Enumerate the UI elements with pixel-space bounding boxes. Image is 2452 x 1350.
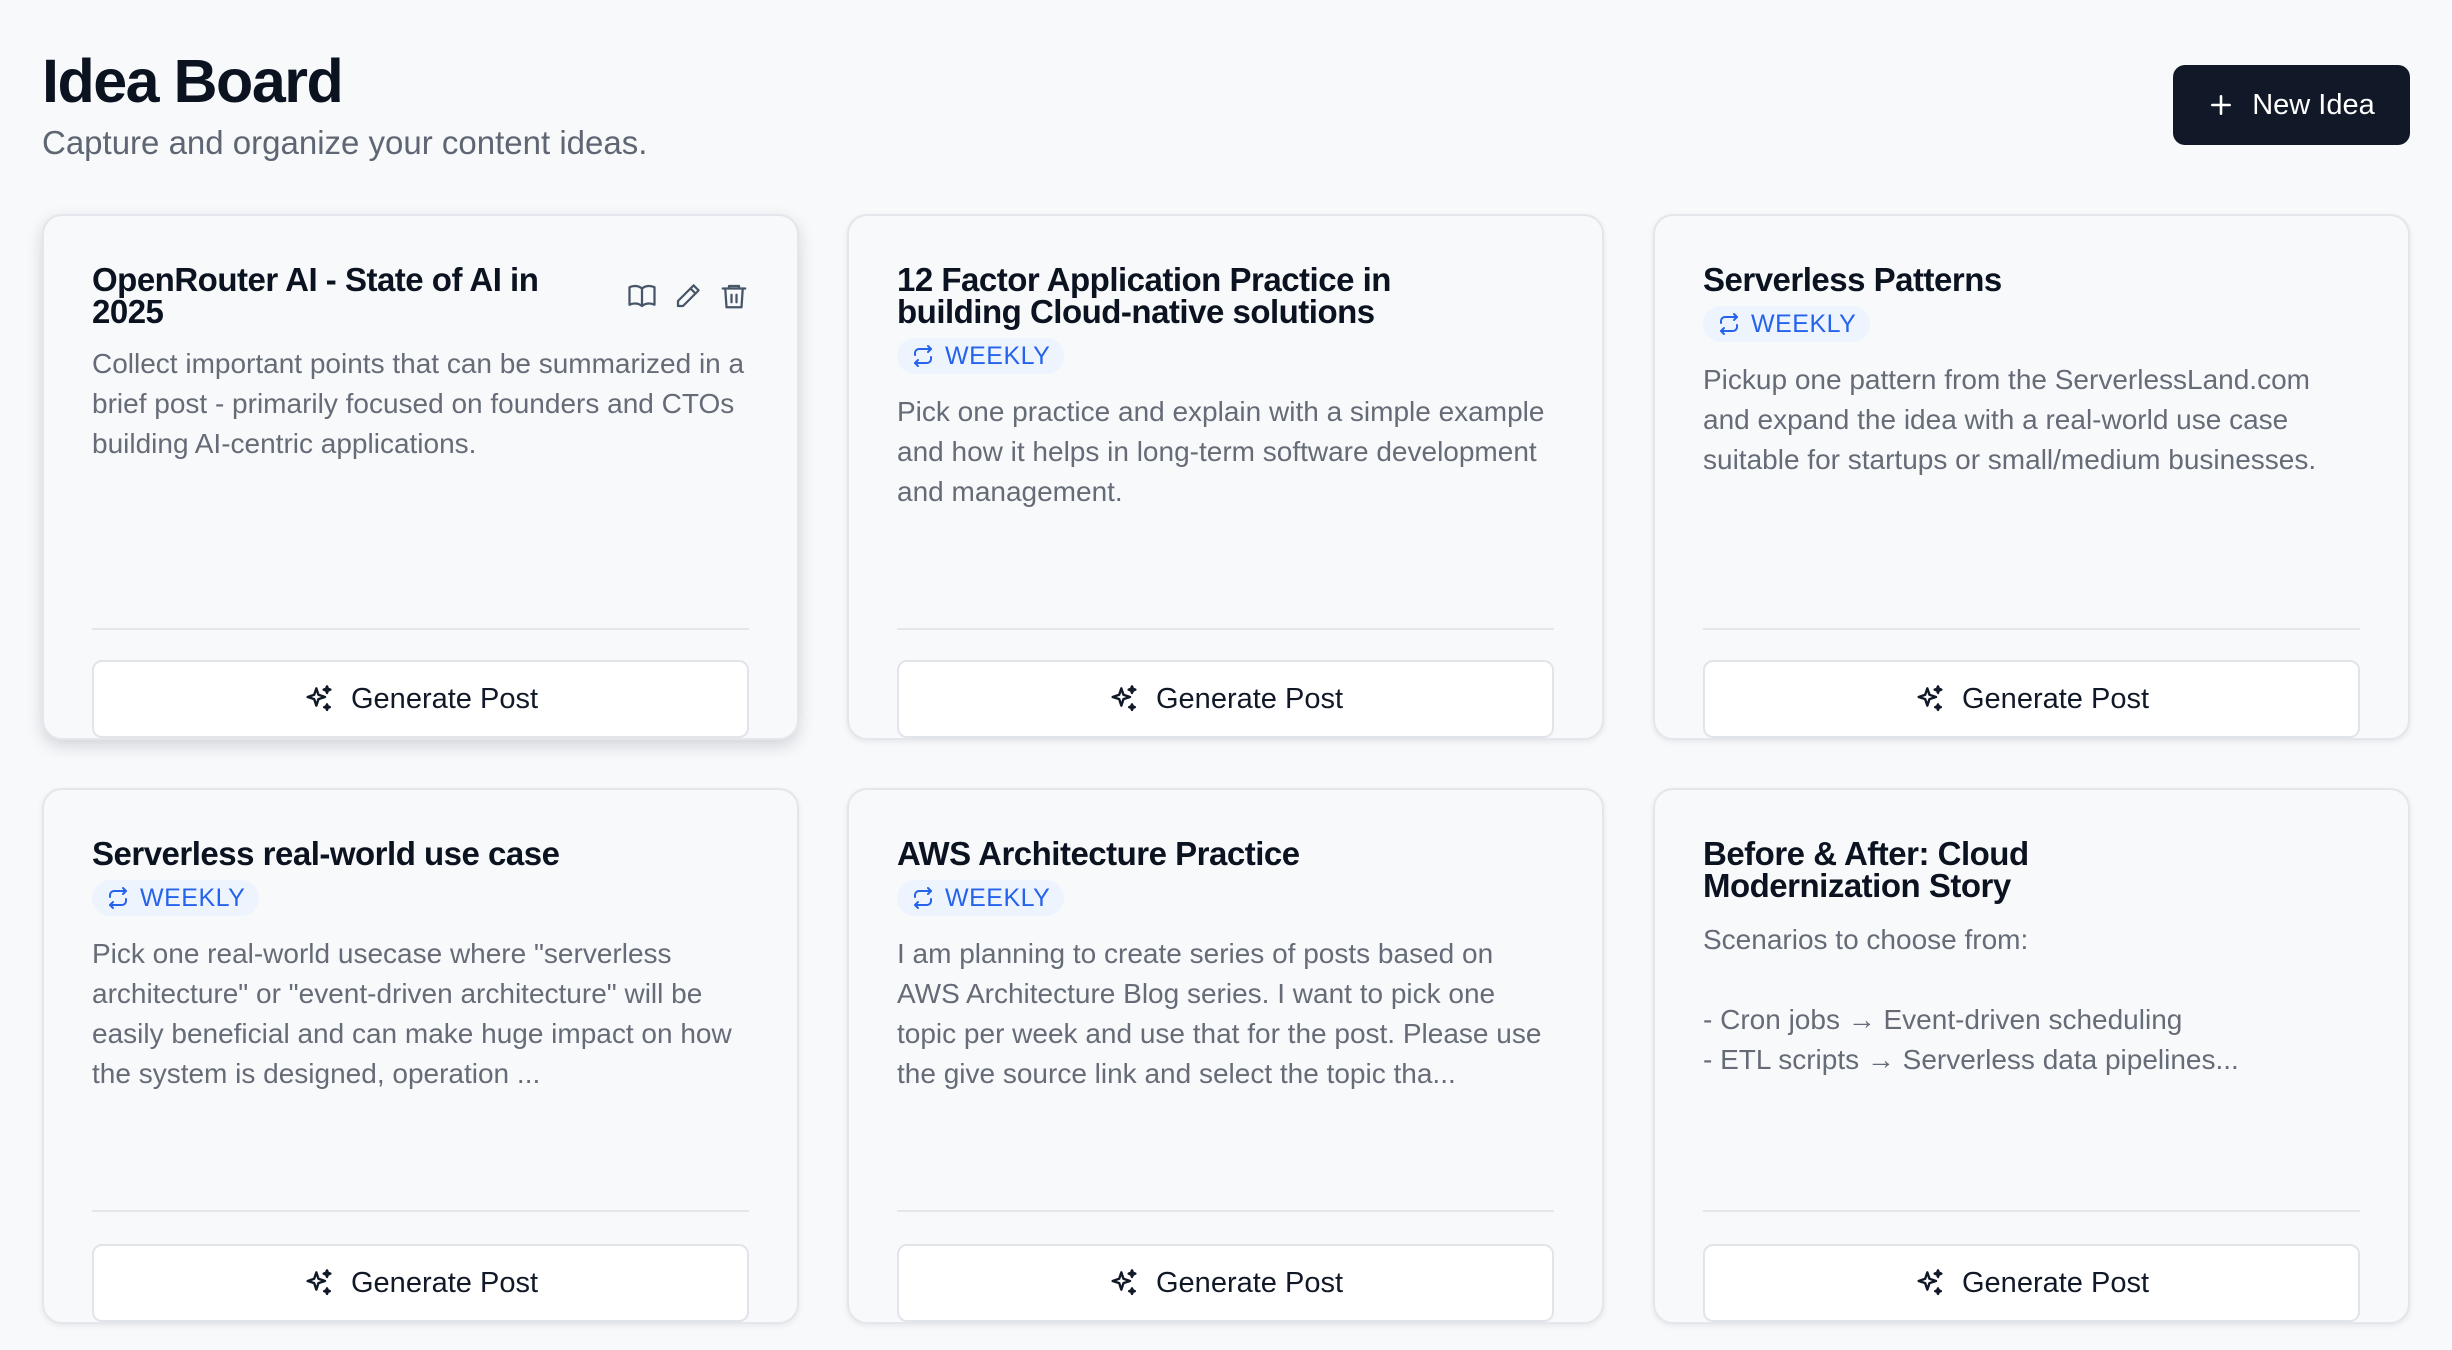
idea-card[interactable]: AWS Architecture Practice WEEKLY I am pl… xyxy=(847,788,1604,1324)
recurrence-badge: WEEKLY xyxy=(92,880,260,916)
trash-icon[interactable] xyxy=(719,281,749,311)
book-open-icon[interactable] xyxy=(627,281,657,311)
card-divider xyxy=(1703,1210,2360,1212)
generate-post-button[interactable]: Generate Post xyxy=(92,1244,749,1322)
idea-title: 12 Factor Application Practice in buildi… xyxy=(897,261,1391,330)
sparkles-icon xyxy=(1111,685,1137,712)
generate-post-label: Generate Post xyxy=(1962,682,2149,715)
generate-post-label: Generate Post xyxy=(351,682,538,715)
new-idea-label: New Idea xyxy=(2252,88,2375,121)
badge-label: WEEKLY xyxy=(1751,309,1857,338)
page-header: Idea Board Capture and organize your con… xyxy=(42,47,2410,168)
badge-label: WEEKLY xyxy=(945,883,1051,912)
page-subtitle: Capture and organize your content ideas. xyxy=(42,124,648,162)
generate-post-label: Generate Post xyxy=(1156,1266,1343,1299)
idea-grid: OpenRouter AI - State of AI in 2025 Coll… xyxy=(42,214,2410,1324)
recurrence-badge: WEEKLY xyxy=(897,338,1065,374)
idea-description: Pick one practice and explain with a sim… xyxy=(897,396,1545,507)
new-idea-button[interactable]: New Idea xyxy=(2173,65,2410,145)
idea-description: I am planning to create series of posts … xyxy=(897,938,1542,1089)
sparkles-icon xyxy=(1917,1269,1943,1296)
idea-card[interactable]: Serverless Patterns WEEKLY Pickup one pa… xyxy=(1653,214,2410,740)
idea-title: Serverless real-world use case xyxy=(92,835,560,872)
idea-card[interactable]: 12 Factor Application Practice in buildi… xyxy=(847,214,1604,740)
generate-post-button[interactable]: Generate Post xyxy=(1703,660,2360,738)
generate-post-label: Generate Post xyxy=(1962,1266,2149,1299)
generate-post-label: Generate Post xyxy=(1156,682,1343,715)
idea-card[interactable]: Before & After: Cloud Modernization Stor… xyxy=(1653,788,2410,1324)
idea-title: Serverless Patterns xyxy=(1703,261,2002,298)
sparkles-icon xyxy=(1917,685,1943,712)
pencil-icon[interactable] xyxy=(673,281,703,311)
card-divider xyxy=(897,1210,1554,1212)
idea-card[interactable]: OpenRouter AI - State of AI in 2025 Coll… xyxy=(42,214,799,740)
repeat-icon xyxy=(109,887,127,909)
badge-label: WEEKLY xyxy=(140,883,246,912)
idea-card[interactable]: Serverless real-world use case WEEKLY Pi… xyxy=(42,788,799,1324)
idea-description: Scenarios to choose from: - Cron jobs → … xyxy=(1703,924,2239,1075)
card-divider xyxy=(92,628,749,630)
generate-post-button[interactable]: Generate Post xyxy=(897,660,1554,738)
idea-title: AWS Architecture Practice xyxy=(897,835,1300,872)
card-divider xyxy=(897,628,1554,630)
idea-description: Collect important points that can be sum… xyxy=(92,348,745,459)
repeat-icon xyxy=(914,345,932,367)
generate-post-button[interactable]: Generate Post xyxy=(897,1244,1554,1322)
plus-icon xyxy=(2211,95,2232,115)
repeat-icon xyxy=(1720,313,1738,335)
idea-board-page: Idea Board Capture and organize your con… xyxy=(0,0,2452,1350)
idea-title: Before & After: Cloud Modernization Stor… xyxy=(1703,835,2029,904)
sparkles-icon xyxy=(306,685,332,712)
idea-description: Pick one real-world usecase where "serve… xyxy=(92,938,732,1089)
sparkles-icon xyxy=(306,1269,332,1296)
idea-description: Pickup one pattern from the ServerlessLa… xyxy=(1703,364,2317,475)
sparkles-icon xyxy=(1111,1269,1137,1296)
generate-post-label: Generate Post xyxy=(351,1266,538,1299)
repeat-icon xyxy=(914,887,932,909)
card-divider xyxy=(92,1210,749,1212)
page-title: Idea Board xyxy=(42,47,344,115)
badge-label: WEEKLY xyxy=(945,341,1051,370)
generate-post-button[interactable]: Generate Post xyxy=(92,660,749,738)
recurrence-badge: WEEKLY xyxy=(897,880,1065,916)
recurrence-badge: WEEKLY xyxy=(1703,306,1871,342)
generate-post-button[interactable]: Generate Post xyxy=(1703,1244,2360,1322)
card-divider xyxy=(1703,628,2360,630)
idea-title: OpenRouter AI - State of AI in 2025 xyxy=(92,261,539,330)
